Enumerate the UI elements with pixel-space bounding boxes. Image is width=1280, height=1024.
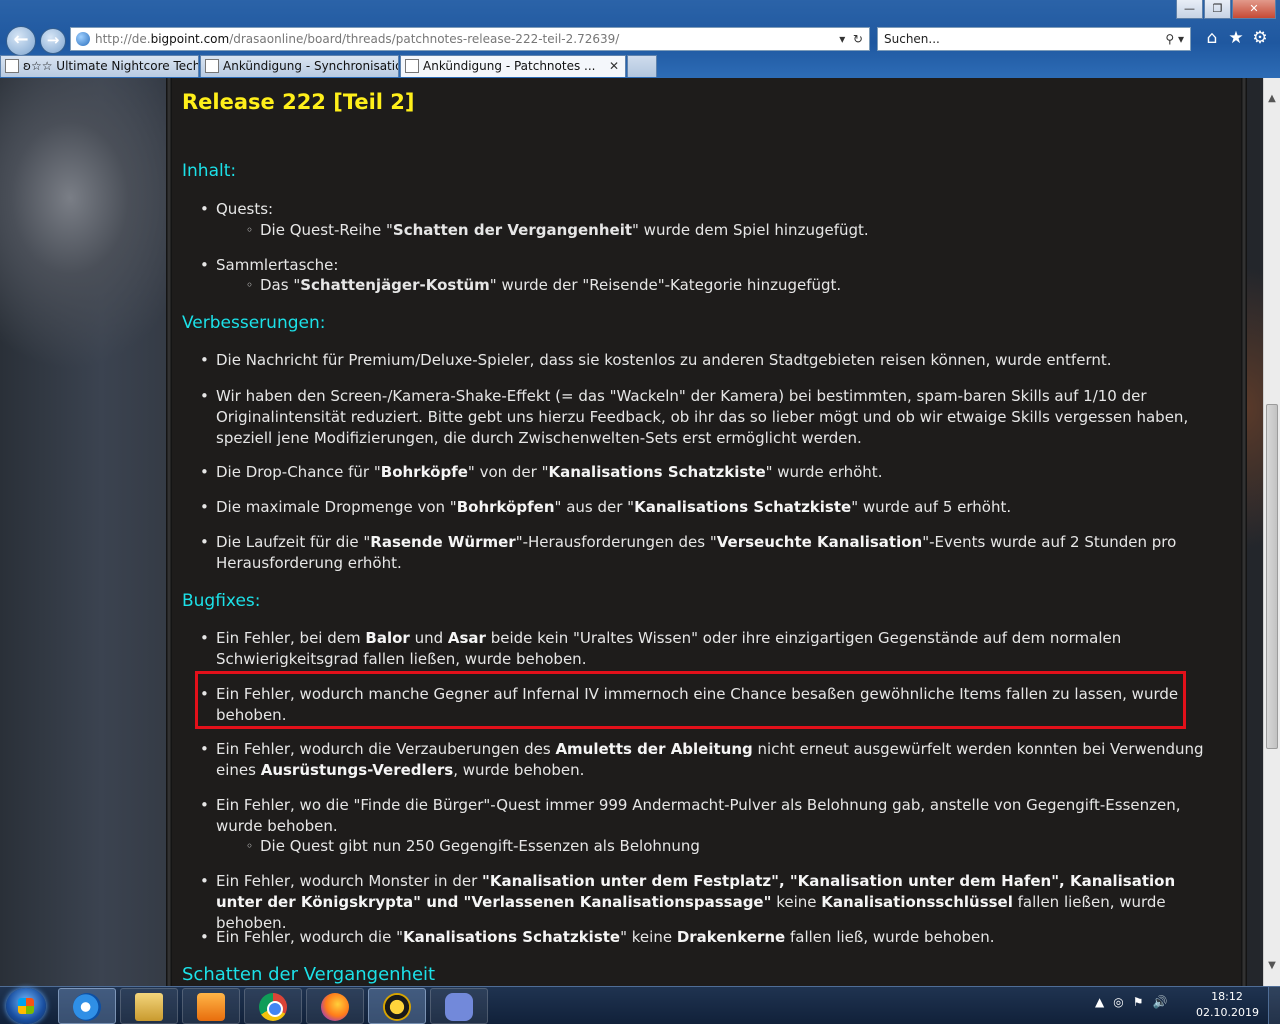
taskbar: ▲ ◎ ⚑ 🔊 18:12 02.10.2019 [0, 986, 1280, 1024]
list-item: • Die Nachricht für Premium/Deluxe-Spiele… [200, 351, 1112, 369]
address-bar[interactable]: http://de.bigpoint.com/drasaonline/board… [70, 27, 870, 51]
discord-icon [445, 993, 473, 1021]
search-input[interactable]: Suchen... ⚲ ▾ [877, 27, 1191, 51]
tab-label: Ankündigung - Synchronisatio... [223, 59, 399, 73]
close-window-button[interactable]: ✕ [1232, 0, 1276, 19]
search-icon[interactable]: ⚲ ▾ [1165, 28, 1184, 50]
list-item: • Ein Fehler, wodurch die Verzauberungen … [200, 740, 1204, 779]
tab-page-icon [5, 59, 19, 73]
taskbar-chrome-button[interactable] [244, 988, 302, 1024]
tab-page-icon [205, 59, 219, 73]
taskbar-drakensang-button[interactable] [368, 988, 426, 1024]
sub-list-item: ◦ Das "Schattenjäger-Kostüm" wurde der "R… [246, 276, 842, 294]
section-heading-verbesserungen: Verbesserungen: [182, 313, 326, 333]
taskbar-explorer-button[interactable] [120, 988, 178, 1024]
list-item: • Die Laufzeit für die "Rasende Würmer"-H… [200, 533, 1177, 572]
sub-list-item: ◦ Die Quest gibt nun 250 Gegengift-Essenz… [246, 837, 700, 855]
clock[interactable]: 18:12 02.10.2019 [1196, 989, 1259, 1021]
list-item: • Wir haben den Screen-/Kamera-Shake-Effe… [200, 387, 1189, 447]
toolbar-icons: ⌂ ★ ⚙ [1203, 27, 1269, 49]
internet-explorer-icon [73, 993, 101, 1021]
list-item: • Quests: [200, 200, 274, 218]
list-item: • Die maximale Dropmenge von "Bohrköpfen"… [200, 498, 1012, 516]
section-heading-bugfixes: Bugfixes: [182, 591, 261, 611]
list-item: • Sammlertasche: [200, 256, 339, 274]
list-item: • Ein Fehler, wo die "Finde die Bürger"-Q… [200, 796, 1181, 835]
maximize-button[interactable]: ❐ [1204, 0, 1231, 19]
clock-date: 02.10.2019 [1196, 1006, 1259, 1019]
tab-patchnotes[interactable]: Ankündigung - Patchnotes ... ✕ [400, 55, 626, 77]
site-favicon-icon [76, 32, 90, 46]
page-scrollbar[interactable]: ▲ ▼ [1263, 78, 1280, 986]
scrollbar-thumb[interactable] [1266, 404, 1278, 749]
media-player-icon [197, 993, 225, 1021]
show-desktop-button[interactable] [1268, 987, 1280, 1024]
list-item: • Ein Fehler, wodurch Monster in der "Kan… [200, 872, 1176, 932]
drakensang-icon [383, 993, 411, 1021]
page-viewport: Release 222 [Teil 2] Inhalt: • Quests: ◦ D… [0, 78, 1263, 986]
tab-page-icon [405, 59, 419, 73]
back-arrow-icon[interactable]: ← [6, 26, 36, 56]
chrome-icon [259, 993, 287, 1021]
page-title: Release 222 [Teil 2] [182, 90, 415, 114]
tab-nightcore[interactable]: ʚ☆☆ Ultimate Nightcore Tech... [0, 55, 199, 77]
url-host: bigpoint.com [150, 32, 230, 46]
tab-label: ʚ☆☆ Ultimate Nightcore Tech... [23, 59, 199, 73]
volume-icon[interactable]: 🔊 [1152, 995, 1167, 1009]
home-icon[interactable]: ⌂ [1203, 27, 1221, 49]
minimize-button[interactable]: — [1176, 0, 1203, 19]
folder-icon [135, 993, 163, 1021]
arrow-up-icon[interactable]: ▲ [1095, 995, 1104, 1009]
windows-logo-icon [18, 998, 34, 1014]
post-content: Release 222 [Teil 2] Inhalt: • Quests: ◦ D… [172, 78, 1241, 986]
forward-arrow-icon[interactable]: → [40, 28, 66, 54]
url-path: /drasaonline/board/threads/patchnotes-re… [229, 32, 620, 46]
url-prefix: http://de. [95, 32, 151, 46]
search-placeholder: Suchen... [884, 32, 940, 46]
list-item: • Ein Fehler, wodurch die "Kanalisations … [200, 928, 995, 946]
taskbar-discord-button[interactable] [430, 988, 488, 1024]
tab-label: Ankündigung - Patchnotes ... [423, 59, 596, 73]
system-tray: ▲ ◎ ⚑ 🔊 [1095, 995, 1167, 1009]
sub-list-item: ◦ Die Quest-Reihe "Schatten der Vergangen… [246, 221, 869, 239]
list-item: • Die Drop-Chance für "Bohrköpfe" von der… [200, 463, 883, 481]
tab-synchronisation[interactable]: Ankündigung - Synchronisatio... [200, 55, 399, 77]
firefox-icon [321, 993, 349, 1021]
section-heading-inhalt: Inhalt: [182, 161, 237, 181]
flag-icon[interactable]: ⚑ [1133, 995, 1144, 1009]
frame-border-right [1241, 78, 1247, 986]
section-heading-next: Schatten der Vergangenheit [182, 964, 436, 985]
scroll-down-icon[interactable]: ▼ [1264, 957, 1280, 974]
tab-strip: ʚ☆☆ Ultimate Nightcore Tech... Ankündigu… [0, 55, 657, 77]
start-button[interactable] [6, 988, 46, 1024]
address-dropdown-refresh[interactable]: ▾ ↻ [839, 28, 863, 50]
taskbar-ie-button[interactable] [58, 988, 116, 1024]
browser-chrome: — ❐ ✕ ← → http://de.bigpoint.com/drasaon… [0, 0, 1280, 78]
gear-icon[interactable]: ⚙ [1251, 27, 1269, 49]
window-controls: — ❐ ✕ [1175, 0, 1276, 19]
list-item-highlighted: • Ein Fehler, wodurch manche Gegner auf I… [200, 685, 1179, 724]
list-item: • Ein Fehler, bei dem Balor und Asar beid… [200, 629, 1122, 668]
scroll-up-icon[interactable]: ▲ [1264, 90, 1280, 107]
close-icon[interactable]: ✕ [609, 56, 619, 76]
new-tab-button[interactable] [627, 55, 657, 77]
clock-time: 18:12 [1211, 990, 1243, 1003]
taskbar-media-button[interactable] [182, 988, 240, 1024]
star-icon[interactable]: ★ [1227, 27, 1245, 49]
network-icon[interactable]: ◎ [1113, 995, 1123, 1009]
taskbar-firefox-button[interactable] [306, 988, 364, 1024]
